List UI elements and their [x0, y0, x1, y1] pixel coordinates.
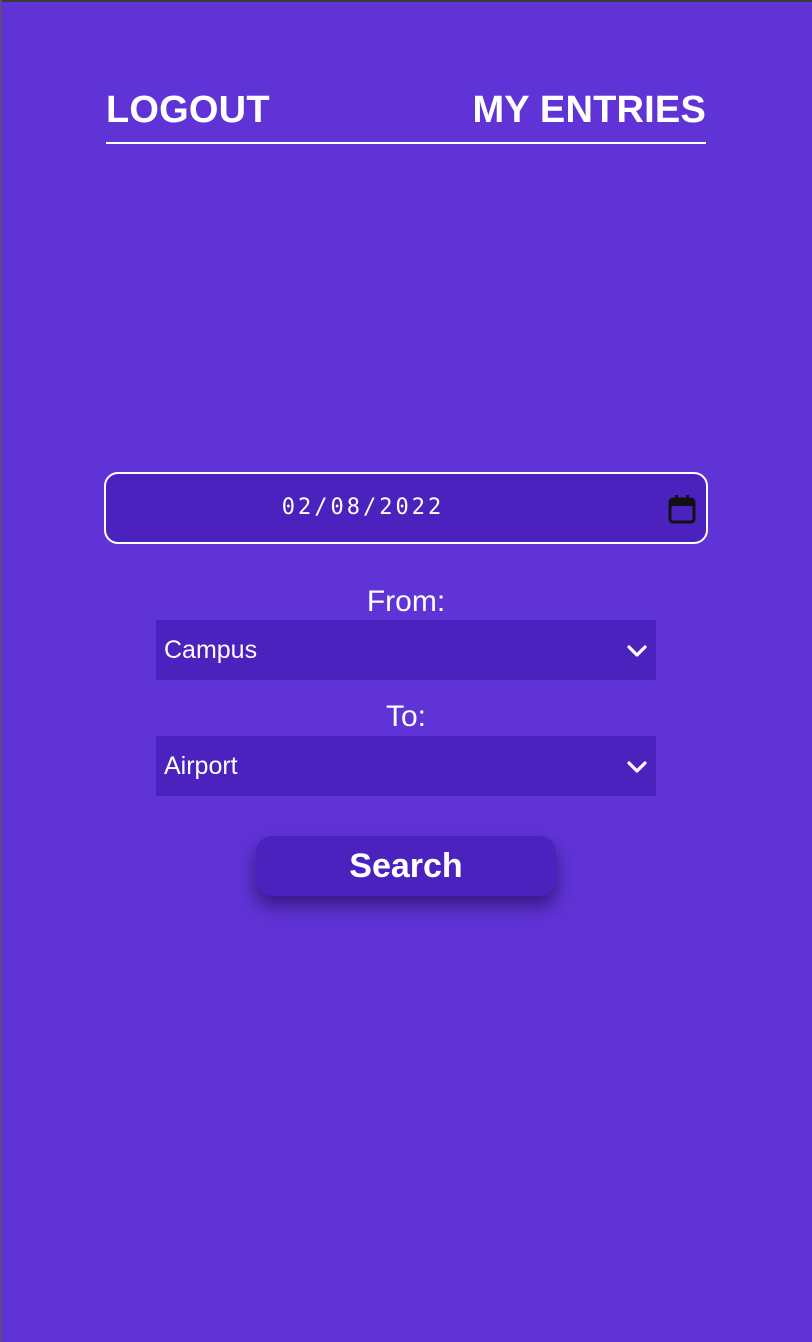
search-button[interactable]: Search [256, 836, 556, 896]
top-nav: LOGOUT MY ENTRIES [106, 88, 706, 144]
chevron-down-icon [626, 640, 648, 662]
chevron-down-icon [626, 756, 648, 778]
to-select[interactable]: Airport [156, 736, 656, 796]
from-label: From: [366, 585, 446, 618]
logout-link[interactable]: LOGOUT [106, 88, 270, 132]
my-entries-link[interactable]: MY ENTRIES [472, 88, 706, 132]
from-selected-value: Campus [164, 636, 258, 664]
to-selected-value: Airport [164, 752, 238, 780]
from-select[interactable]: Campus [156, 620, 656, 680]
to-label: To: [385, 700, 427, 733]
date-input[interactable]: 02/08/2022 [104, 472, 708, 544]
window-top-border [0, 0, 812, 2]
window-left-border [0, 0, 2, 1342]
calendar-icon[interactable] [668, 494, 696, 524]
date-value: 02/08/2022 [281, 495, 445, 520]
